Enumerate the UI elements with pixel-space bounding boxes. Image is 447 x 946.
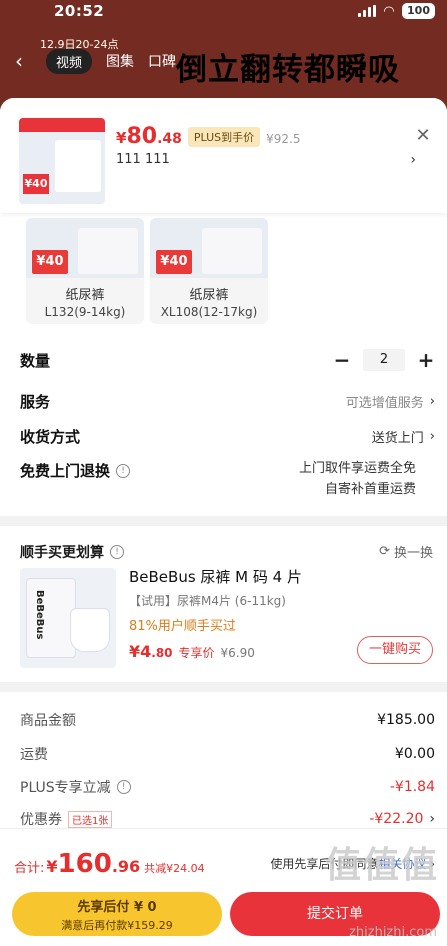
divider	[0, 682, 447, 692]
size-price-tag: ¥40	[156, 250, 192, 274]
combo-title: 顺手买更划算 !	[20, 542, 124, 562]
delivery-value: 送货上门	[371, 431, 424, 446]
quantity-row: 数量 − 2 +	[20, 348, 435, 372]
chevron-right-icon: ›	[429, 394, 435, 409]
combo-product-name[interactable]: BeBeBus 尿裤 M 码 4 片	[129, 566, 302, 587]
watermark-url: zhizhizhi.com	[349, 925, 437, 940]
coupon-selected-tag: 已选1张	[68, 810, 113, 828]
total-savings: 共减¥24.04	[144, 862, 205, 875]
combo-buy-rate: 81%用户顺手买过	[129, 619, 236, 634]
info-icon[interactable]: !	[110, 545, 124, 559]
close-icon[interactable]: ✕	[411, 124, 435, 148]
current-price: ¥80.48	[116, 124, 182, 149]
quantity-input[interactable]: 2	[363, 349, 405, 371]
battery-icon: 100	[402, 3, 435, 19]
status-bar: 20:52 ◠ 100	[0, 0, 447, 22]
divider	[0, 516, 447, 526]
total-price: 合计: ¥ 160 .96 共减¥24.04	[14, 849, 205, 879]
tab-video[interactable]: 视频	[46, 48, 93, 74]
thumbnail-price-tag: ¥40	[23, 174, 49, 194]
one-click-buy-button[interactable]: 一键购买	[357, 636, 433, 664]
info-icon[interactable]: !	[116, 463, 131, 478]
combo-product-spec: 【试用】尿裤M4片 (6-11kg)	[129, 594, 286, 608]
return-line-2: 自寄补首重运费	[324, 482, 416, 497]
minus-button[interactable]: −	[333, 348, 351, 372]
combo-original-price: ¥6.90	[220, 646, 255, 660]
size-spec: XL108(12-17kg)	[160, 305, 258, 319]
refresh-icon: ⟳	[379, 544, 390, 559]
size-price-tag: ¥40	[32, 250, 68, 274]
swap-button[interactable]: ⟳ 换一换	[379, 542, 433, 561]
price-row: ¥80.48 PLUS到手价 ¥92.5	[116, 124, 300, 149]
sheet-header: ¥40 ¥80.48 PLUS到手价 ¥92.5 ✕ 111 111 ›	[0, 98, 447, 213]
status-time: 20:52	[54, 2, 105, 20]
delivery-row[interactable]: 收货方式 送货上门 ›	[20, 426, 435, 447]
quantity-label: 数量	[20, 351, 51, 370]
size-option-xl[interactable]: ¥40 纸尿裤 XL108(12-17kg)	[150, 218, 268, 324]
combo-product-image[interactable]: BeBeBus	[20, 568, 116, 668]
size-name: 纸尿裤	[65, 288, 105, 303]
purchase-sheet: ¥40 ¥80.48 PLUS到手价 ¥92.5 ✕ 111 111 › ¥40…	[0, 98, 447, 946]
original-price: ¥92.5	[266, 132, 301, 146]
background-page: 20:52 ◠ 100 12.9日20-24点 ‹ 视频 图集 口碑 倒立翻转都…	[0, 0, 447, 110]
size-name: 纸尿裤	[189, 288, 229, 303]
service-label: 服务	[20, 393, 51, 411]
plus-button[interactable]: +	[417, 348, 435, 372]
size-option-l[interactable]: ¥40 纸尿裤 L132(9-14kg)	[26, 218, 144, 324]
selected-spec[interactable]: 111 111 ›	[116, 152, 416, 168]
size-options: ¥40 纸尿裤 L132(9-14kg) ¥40 纸尿裤 XL108(12-17…	[0, 206, 447, 326]
summary-row-shipping: 运费 ¥0.00	[20, 746, 435, 763]
summary-row-coupon[interactable]: 优惠券 已选1张 -¥22.20 ›	[20, 809, 435, 829]
wifi-icon: ◠	[384, 3, 395, 19]
tab-gallery[interactable]: 图集	[106, 51, 134, 71]
chevron-right-icon: ›	[410, 152, 416, 168]
product-thumbnail: ¥40	[19, 118, 105, 204]
chevron-right-icon: ›	[429, 429, 435, 444]
return-line-1: 上门取件享运费全免	[298, 461, 416, 476]
chevron-right-icon: ›	[429, 811, 435, 827]
exclusive-price-tag: 专享价	[178, 646, 215, 660]
watermark-logo: 值值值	[324, 845, 439, 886]
signal-icon	[358, 5, 377, 17]
info-icon[interactable]: !	[116, 780, 131, 794]
return-row: 免费上门退换! 上门取件享运费全免 自寄补首重运费	[20, 458, 435, 500]
pay-later-button[interactable]: 先享后付 ¥ 0 满意后再付款¥159.29	[12, 892, 222, 936]
delivery-label: 收货方式	[20, 428, 81, 446]
plus-price-badge: PLUS到手价	[187, 126, 261, 147]
quantity-stepper: − 2 +	[333, 348, 435, 372]
combo-brand-logo: BeBeBus	[34, 590, 45, 640]
summary-row-subtotal: 商品金额 ¥185.00	[20, 712, 435, 729]
summary-row-plus-discount: PLUS专享立减! -¥1.84	[20, 779, 435, 796]
service-row[interactable]: 服务 可选增值服务 ›	[20, 391, 435, 412]
service-value: 可选增值服务	[345, 396, 424, 411]
back-icon[interactable]: ‹	[6, 49, 32, 73]
combo-price: ¥4.80 专享价 ¥6.90	[129, 642, 255, 661]
return-label: 免费上门退换	[20, 462, 111, 480]
media-tabs: ‹ 视频 图集 口碑	[6, 48, 447, 74]
size-spec: L132(9-14kg)	[44, 305, 126, 319]
tab-reviews[interactable]: 口碑	[148, 51, 176, 71]
